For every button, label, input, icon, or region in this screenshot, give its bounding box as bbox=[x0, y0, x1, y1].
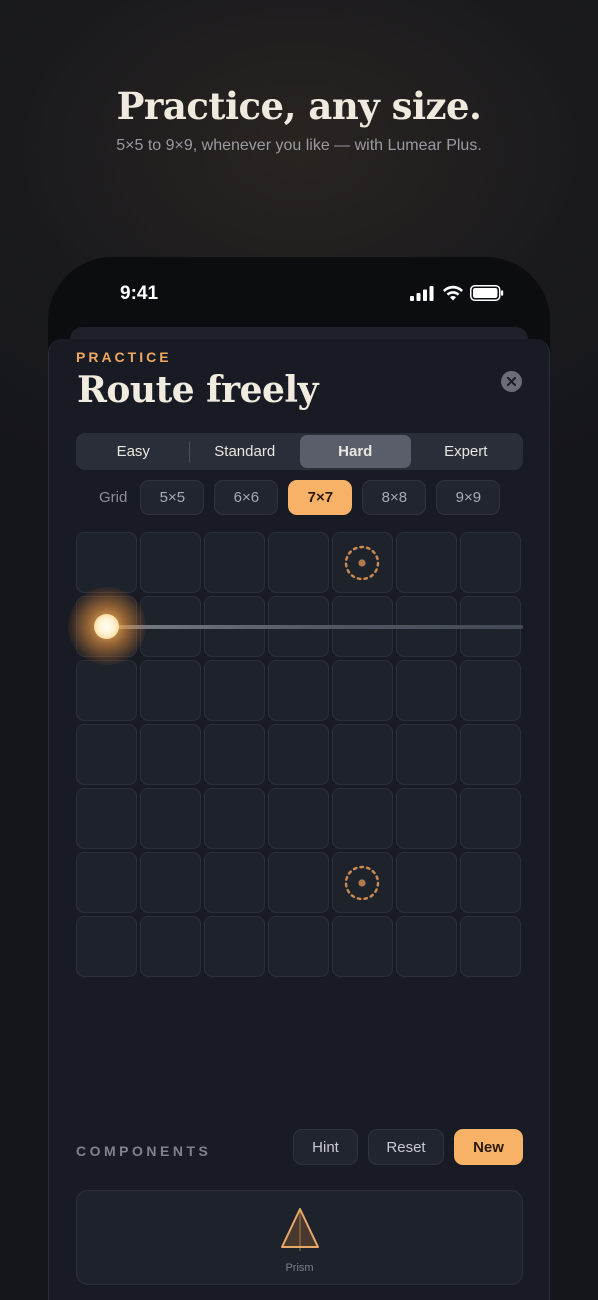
board-cell[interactable] bbox=[140, 724, 201, 785]
board-cell[interactable] bbox=[76, 916, 137, 977]
hero-title: Practice, any size. bbox=[116, 84, 482, 128]
battery-icon bbox=[470, 285, 504, 301]
board-cell[interactable] bbox=[140, 532, 201, 593]
board-cell[interactable] bbox=[332, 660, 393, 721]
board-cell[interactable] bbox=[76, 852, 137, 913]
new-button[interactable]: New bbox=[454, 1129, 523, 1165]
target-receptor-icon bbox=[344, 545, 380, 581]
board-cell[interactable] bbox=[396, 660, 457, 721]
board-cell[interactable] bbox=[460, 660, 521, 721]
difficulty-hard[interactable]: Hard bbox=[300, 435, 411, 468]
board-cell[interactable] bbox=[140, 916, 201, 977]
light-source bbox=[94, 614, 119, 639]
board-cell[interactable] bbox=[460, 532, 521, 593]
board-cell[interactable] bbox=[204, 852, 265, 913]
prism-icon bbox=[281, 1208, 319, 1251]
light-beam bbox=[108, 625, 523, 629]
components-label: COMPONENTS bbox=[76, 1143, 212, 1159]
status-icons bbox=[410, 285, 504, 301]
board-cell[interactable] bbox=[396, 852, 457, 913]
difficulty-standard[interactable]: Standard bbox=[190, 435, 301, 468]
board-cell[interactable] bbox=[140, 852, 201, 913]
grid-size-label: Grid bbox=[99, 489, 128, 506]
board-cell[interactable] bbox=[396, 788, 457, 849]
board-cell[interactable] bbox=[396, 916, 457, 977]
board-cell[interactable] bbox=[204, 724, 265, 785]
signal-icon bbox=[410, 285, 434, 301]
board-cell[interactable] bbox=[140, 660, 201, 721]
board-cell[interactable] bbox=[268, 660, 329, 721]
grid-size-5[interactable]: 5×5 bbox=[140, 480, 205, 515]
board-cell[interactable] bbox=[204, 660, 265, 721]
board-cell[interactable] bbox=[332, 916, 393, 977]
board-cell[interactable] bbox=[396, 532, 457, 593]
board-cell[interactable] bbox=[268, 532, 329, 593]
status-time: 9:41 bbox=[120, 283, 159, 304]
grid-size-9[interactable]: 9×9 bbox=[436, 480, 501, 515]
board-cell[interactable] bbox=[204, 788, 265, 849]
difficulty-easy[interactable]: Easy bbox=[78, 435, 189, 468]
phone-frame: 9:41 PRACTICE Route freely Easy Standard… bbox=[48, 257, 550, 1300]
board-cell[interactable] bbox=[76, 660, 137, 721]
section-eyebrow: PRACTICE bbox=[76, 349, 172, 365]
grid-size-selector: Grid 5×5 6×6 7×7 8×8 9×9 bbox=[76, 480, 510, 515]
components-tray: Prism bbox=[76, 1190, 523, 1285]
board-cell[interactable] bbox=[268, 724, 329, 785]
page-title: Route freely bbox=[77, 369, 319, 411]
board-cell[interactable] bbox=[460, 724, 521, 785]
board-cell[interactable] bbox=[460, 788, 521, 849]
board-cell[interactable] bbox=[140, 788, 201, 849]
hero-subtitle: 5×5 to 9×9, whenever you like — with Lum… bbox=[116, 137, 482, 154]
reset-button[interactable]: Reset bbox=[368, 1129, 444, 1165]
practice-sheet: PRACTICE Route freely Easy Standard Hard… bbox=[48, 339, 550, 1300]
board-cell[interactable] bbox=[460, 916, 521, 977]
board-cell[interactable] bbox=[396, 724, 457, 785]
target-receptor-icon bbox=[344, 865, 380, 901]
close-button[interactable] bbox=[501, 371, 522, 392]
difficulty-segmented-control: Easy Standard Hard Expert bbox=[76, 433, 523, 470]
board-cell[interactable] bbox=[76, 788, 137, 849]
board-cell[interactable] bbox=[268, 852, 329, 913]
hint-button[interactable]: Hint bbox=[293, 1129, 358, 1165]
board-cell[interactable] bbox=[76, 532, 137, 593]
prism-label: Prism bbox=[285, 1262, 314, 1274]
grid-size-8[interactable]: 8×8 bbox=[362, 480, 427, 515]
wifi-icon bbox=[443, 285, 463, 301]
board-cell[interactable] bbox=[268, 788, 329, 849]
board-cell[interactable] bbox=[332, 788, 393, 849]
board-cell[interactable] bbox=[204, 916, 265, 977]
board-cell[interactable] bbox=[204, 532, 265, 593]
grid-size-7[interactable]: 7×7 bbox=[288, 480, 353, 515]
board-cell[interactable] bbox=[76, 724, 137, 785]
board-cell[interactable] bbox=[268, 916, 329, 977]
board-cell[interactable] bbox=[332, 724, 393, 785]
board-cell[interactable] bbox=[460, 852, 521, 913]
difficulty-expert[interactable]: Expert bbox=[411, 435, 522, 468]
grid-size-6[interactable]: 6×6 bbox=[214, 480, 279, 515]
puzzle-board bbox=[68, 532, 523, 979]
close-icon bbox=[507, 377, 516, 386]
